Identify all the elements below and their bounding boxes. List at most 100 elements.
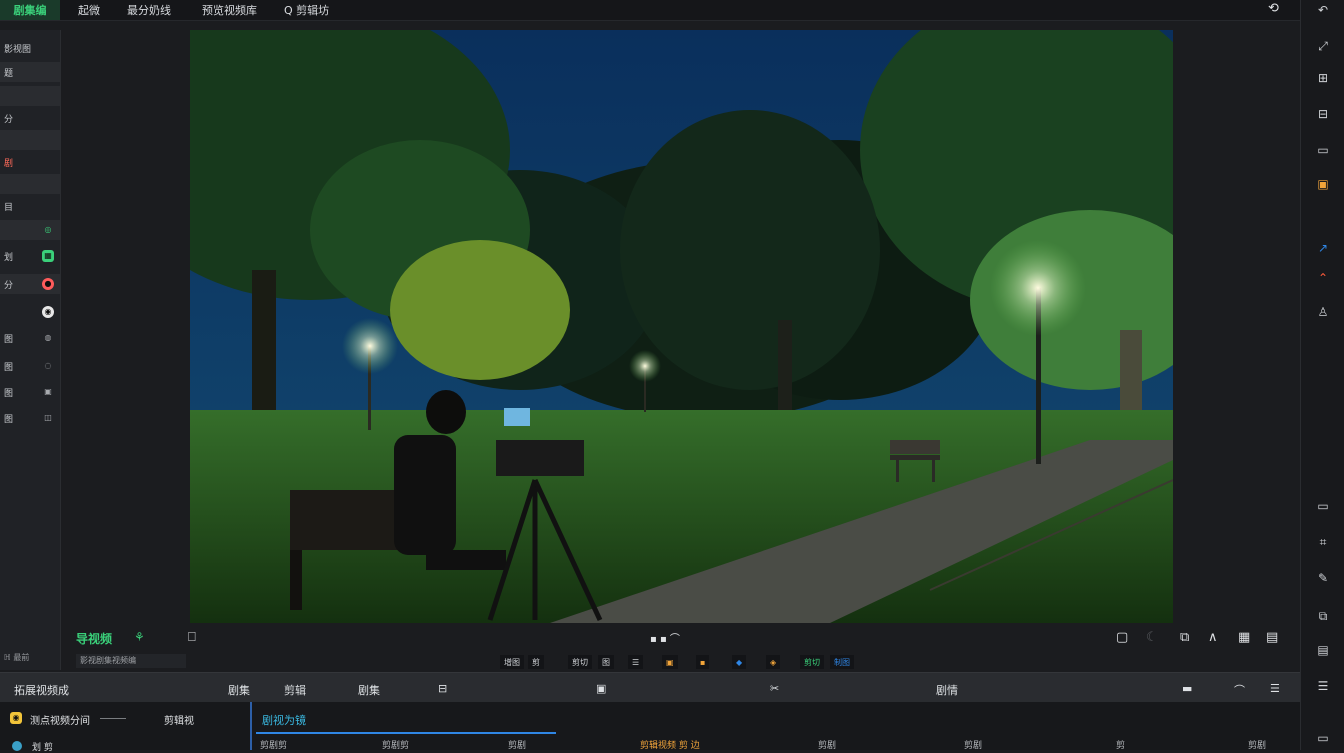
frame-tool-icon[interactable]: ▣ <box>596 682 606 695</box>
grid-icon[interactable]: ▦ <box>1238 630 1250 645</box>
chip-6[interactable]: ▣ <box>662 655 678 669</box>
ruler-label-4: 剪辑视频 剪 边 <box>640 741 700 751</box>
frame-icon: ◫ <box>44 413 52 422</box>
left-row-7[interactable] <box>0 174 60 194</box>
arrow-up-right-icon[interactable]: ↗ <box>1315 240 1331 256</box>
white-badge-icon: ◉ <box>42 306 54 318</box>
adjust-icon[interactable]: ⊟ <box>1315 106 1331 122</box>
timeline-header: 剧视为镜 <box>262 714 306 727</box>
tab-4[interactable]: 剧情 <box>936 682 958 698</box>
crop-tool-icon[interactable]: ⌗ <box>1315 534 1331 550</box>
menu-item-3[interactable]: 预览视频库 <box>202 2 257 18</box>
crop-icon[interactable]: ⧉ <box>1180 630 1189 645</box>
chip-10[interactable]: 剪切 <box>800 655 824 669</box>
ruler-label-2: 剪剧剪 <box>382 741 410 751</box>
tab-3[interactable]: 剧集 <box>358 682 380 698</box>
square-icon[interactable]: ▢ <box>1116 630 1128 645</box>
menu-icon[interactable]: ☰ <box>1270 682 1280 695</box>
chip-1[interactable]: 增图 <box>500 655 524 669</box>
left-footer: ℍ 最前 <box>4 653 30 662</box>
left-row-15[interactable]: 图 ▣ <box>0 382 60 402</box>
left-row-6[interactable]: 剧 <box>0 152 60 172</box>
left-row-2[interactable]: 题 <box>0 62 60 82</box>
align-icon[interactable]: ⊞ <box>1315 70 1331 86</box>
menu-item-2[interactable]: 最分奶线 <box>127 2 171 18</box>
left-row-11[interactable]: 分 ● <box>0 274 60 294</box>
left-row-4[interactable]: 分 <box>0 108 60 128</box>
fullscreen-icon[interactable]: ⎕ <box>188 630 196 645</box>
layout-icon[interactable]: ▤ <box>1266 630 1278 645</box>
left-row-label: 影视图 <box>4 44 32 55</box>
left-row-1[interactable]: 影视图 <box>0 38 60 58</box>
chip-7[interactable]: ▪ <box>696 655 710 669</box>
left-row-3[interactable] <box>0 86 60 106</box>
track-name-2[interactable]: 剪辑视 <box>164 712 194 727</box>
section-title: 拓展视频成 <box>14 684 69 697</box>
ruler-label-7: 剪 <box>1116 741 1126 751</box>
menu-item-4[interactable]: Q 剪辑坊 <box>284 2 329 18</box>
red-badge-icon: ● <box>42 278 54 290</box>
left-row-16[interactable]: 图 ◫ <box>0 408 60 428</box>
effects-icon[interactable]: ▣ <box>1315 176 1331 192</box>
media-icon[interactable]: ▭ <box>1315 730 1331 746</box>
moon-icon[interactable]: ☾ <box>1146 630 1158 645</box>
project-label[interactable]: 导视频 <box>76 630 112 647</box>
panel-icon[interactable]: ▤ <box>1315 642 1331 658</box>
subtitle-icon[interactable]: ▭ <box>1315 498 1331 514</box>
app-tag[interactable]: 剧集编 <box>0 0 60 20</box>
project-subtitle: 影视剧集视频编 <box>76 654 186 668</box>
track-divider <box>100 718 126 719</box>
link-icon[interactable]: ⌒ <box>1234 682 1245 698</box>
chip-4[interactable]: 图 <box>598 655 614 669</box>
video-preview[interactable] <box>190 30 1173 623</box>
chip-2[interactable]: 剪 <box>528 655 544 669</box>
edit-tab-bar: 拓展视频成 剧集 剪辑 剧集 ⊟ ▣ ✂ 剧情 ▬ ⌒ ☰ <box>0 672 1300 703</box>
chip-3[interactable]: 剪切 <box>568 655 592 669</box>
chevron-up-icon[interactable]: ⌃ <box>1315 270 1331 286</box>
left-row-label: 图 <box>4 414 14 425</box>
share-icon[interactable]: ⟲ <box>1268 1 1279 16</box>
keyboard-icon[interactable]: ▬ <box>1182 682 1192 695</box>
ring-icon: ◌ <box>44 361 52 370</box>
track-name-3: 划 剪 <box>32 743 53 753</box>
table-icon[interactable]: ⊟ <box>438 682 447 695</box>
playback-indicator-icon[interactable]: ▪ ▪ ⌒ <box>650 630 680 645</box>
chip-5[interactable]: ☰ <box>628 655 644 669</box>
brush-icon[interactable]: ✎ <box>1315 570 1331 586</box>
left-row-label: 图 <box>4 362 14 373</box>
left-row-9[interactable]: ◎ <box>0 220 60 240</box>
list-icon[interactable]: ☰ <box>1315 678 1331 694</box>
left-row-10[interactable]: 划 ▦ <box>0 246 60 266</box>
ruler-label-6: 剪剧 <box>964 741 983 751</box>
preview-frame <box>190 30 1173 623</box>
timeline-split-handle[interactable] <box>250 702 252 750</box>
undo-icon[interactable]: ↶ <box>1315 2 1331 18</box>
left-row-14[interactable]: 图 ◌ <box>0 356 60 376</box>
track-icon[interactable]: ◉ <box>10 712 22 724</box>
chip-9[interactable]: ◈ <box>766 655 781 669</box>
playhead-range[interactable] <box>256 732 556 734</box>
ruler-label-3: 剪剧 <box>508 741 527 751</box>
left-row-8[interactable]: 目 <box>0 196 60 216</box>
green-badge-icon: ▦ <box>42 250 54 262</box>
left-row-12[interactable]: ◉ <box>0 302 60 322</box>
text-tool-icon[interactable]: ∧ <box>1208 630 1218 645</box>
left-row-13[interactable]: 图 ◍ <box>0 328 60 348</box>
tab-1[interactable]: 剧集 <box>228 682 250 698</box>
circle-icon: ◍ <box>44 333 52 342</box>
menu-item-1[interactable]: 起微 <box>78 2 100 18</box>
leaf-icon[interactable]: ⚘ <box>134 630 145 644</box>
split-icon[interactable]: ✂ <box>770 682 779 695</box>
chip-8[interactable]: ◆ <box>732 655 747 669</box>
tab-2[interactable]: 剪辑 <box>284 682 306 698</box>
chip-11[interactable]: 制图 <box>830 655 854 669</box>
left-row-5[interactable] <box>0 130 60 150</box>
left-row-label: 题 <box>4 68 14 79</box>
right-toolbar: ↶ ⤢ ⊞ ⊟ ▭ ▣ ↗ ⌃ ♙ ▭ ⌗ ✎ ⧉ ▤ ☰ ▭ <box>1300 0 1344 750</box>
person-icon[interactable]: ♙ <box>1315 304 1331 320</box>
left-panel: 影视图 题 分 剧 目 ◎ 划 ▦ 分 ● ◉ 图 ◍ 图 ◌ 图 ▣ 图 ◫ … <box>0 30 61 670</box>
export-icon[interactable]: ⧉ <box>1315 608 1331 624</box>
mask-icon[interactable]: ▭ <box>1315 142 1331 158</box>
left-row-label: 图 <box>4 334 14 345</box>
transform-icon[interactable]: ⤢ <box>1315 38 1331 54</box>
